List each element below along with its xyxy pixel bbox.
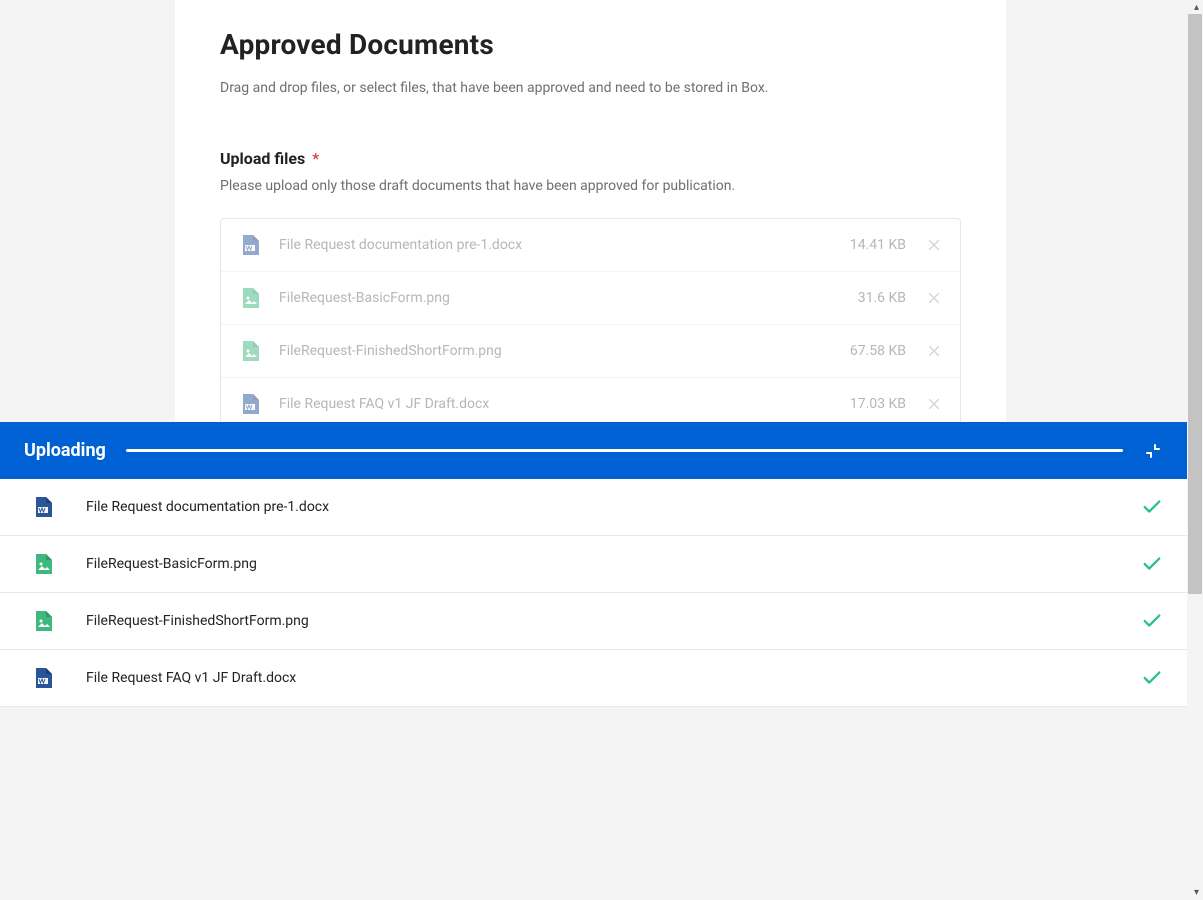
check-icon — [1141, 496, 1163, 518]
upload-section: Upload files * Please upload only those … — [220, 149, 961, 422]
scroll-up-arrow[interactable]: ▴ — [1194, 2, 1199, 13]
upload-item-row: File Request FAQ v1 JF Draft.docx — [0, 650, 1187, 707]
queued-file-size: 67.58 KB — [850, 343, 906, 359]
queued-file-name: FileRequest-FinishedShortForm.png — [279, 343, 850, 359]
scroll-down-arrow[interactable]: ▾ — [1194, 887, 1199, 898]
main-content: Approved Documents Drag and drop files, … — [175, 0, 1006, 422]
remove-file-button[interactable] — [926, 396, 942, 412]
file-type-png-icon — [239, 339, 263, 363]
queued-file-name: File Request documentation pre-1.docx — [279, 237, 850, 253]
queued-file-row: File Request documentation pre-1.docx14.… — [221, 219, 960, 272]
upload-item-name: File Request FAQ v1 JF Draft.docx — [86, 670, 1141, 686]
upload-item-list: File Request documentation pre-1.docx Fil… — [0, 479, 1187, 707]
upload-item-row: FileRequest-FinishedShortForm.png — [0, 593, 1187, 650]
queued-file-name: File Request FAQ v1 JF Draft.docx — [279, 396, 850, 412]
page-title: Approved Documents — [220, 0, 961, 61]
queued-file-name: FileRequest-BasicForm.png — [279, 290, 858, 306]
check-icon — [1141, 610, 1163, 632]
file-type-png-icon — [239, 286, 263, 310]
scrollbar-thumb[interactable] — [1188, 14, 1202, 594]
required-indicator: * — [312, 149, 319, 168]
upload-panel-title: Uploading — [24, 440, 106, 461]
upload-item-name: FileRequest-BasicForm.png — [86, 556, 1141, 572]
file-type-docx-icon — [239, 233, 263, 257]
file-type-png-icon — [32, 609, 56, 633]
upload-item-name: File Request documentation pre-1.docx — [86, 499, 1141, 515]
queued-file-row: FileRequest-FinishedShortForm.png67.58 K… — [221, 325, 960, 378]
remove-file-button[interactable] — [926, 237, 942, 253]
upload-item-name: FileRequest-FinishedShortForm.png — [86, 613, 1141, 629]
file-type-png-icon — [32, 552, 56, 576]
queued-file-row: File Request FAQ v1 JF Draft.docx17.03 K… — [221, 378, 960, 422]
upload-panel-header: Uploading — [0, 422, 1187, 479]
page-subtitle: Drag and drop files, or select files, th… — [220, 79, 961, 99]
file-type-docx-icon — [32, 666, 56, 690]
queued-file-size: 14.41 KB — [850, 237, 906, 253]
upload-label: Upload files — [220, 149, 305, 168]
upload-progress-panel: Uploading File Request documentation pre… — [0, 422, 1187, 707]
remove-file-button[interactable] — [926, 290, 942, 306]
file-type-docx-icon — [32, 495, 56, 519]
check-icon — [1141, 667, 1163, 689]
remove-file-button[interactable] — [926, 343, 942, 359]
upload-progress-bar — [126, 449, 1123, 452]
upload-item-row: File Request documentation pre-1.docx — [0, 479, 1187, 536]
collapse-icon[interactable] — [1143, 441, 1163, 461]
upload-label-row: Upload files * — [220, 149, 961, 168]
queued-file-size: 31.6 KB — [858, 290, 906, 306]
queued-file-size: 17.03 KB — [850, 396, 906, 412]
file-type-docx-icon — [239, 392, 263, 416]
queued-file-row: FileRequest-BasicForm.png31.6 KB — [221, 272, 960, 325]
check-icon — [1141, 553, 1163, 575]
queued-file-list: File Request documentation pre-1.docx14.… — [220, 218, 961, 422]
upload-help-text: Please upload only those draft documents… — [220, 178, 961, 194]
upload-item-row: FileRequest-BasicForm.png — [0, 536, 1187, 593]
scrollbar-track[interactable] — [1188, 14, 1202, 886]
